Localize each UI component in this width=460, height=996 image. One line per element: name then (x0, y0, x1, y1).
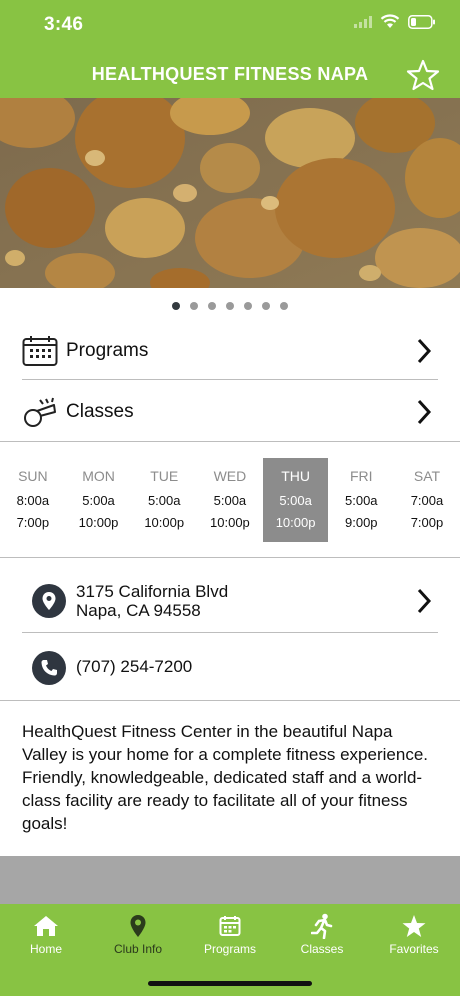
day-mon[interactable]: MON 5:00a 10:00p (66, 458, 132, 542)
gray-footer-band (0, 856, 460, 904)
status-time: 3:46 (44, 14, 84, 35)
star-outline-icon (406, 59, 440, 91)
carousel-dot[interactable] (208, 302, 216, 310)
day-name: FRI (350, 468, 373, 484)
day-name: WED (213, 468, 247, 484)
day-name: SAT (413, 468, 441, 484)
programs-row[interactable]: Programs (22, 330, 438, 372)
open-time: 5:00a (82, 493, 115, 508)
carousel-dot[interactable] (262, 302, 270, 310)
carousel-dot[interactable] (244, 302, 252, 310)
divider (22, 632, 438, 633)
day-wed[interactable]: WED 5:00a 10:00p (197, 458, 263, 542)
day-sun[interactable]: SUN 8:00a 7:00p (0, 458, 66, 542)
club-description: HealthQuest Fitness Center in the beauti… (22, 722, 428, 833)
divider (0, 557, 460, 558)
wifi-icon (380, 14, 400, 28)
calendar-icon (22, 336, 58, 366)
open-time: 5:00a (213, 493, 247, 508)
hero-image[interactable] (0, 98, 460, 288)
chevron-right-icon (417, 399, 432, 425)
signal-icon (354, 15, 372, 28)
close-time: 7:00p (410, 515, 444, 530)
day-name: SUN (18, 468, 48, 484)
divider (0, 700, 460, 701)
classes-row[interactable]: Classes (22, 392, 438, 432)
tab-favorites[interactable]: Favorites (368, 912, 460, 956)
calendar-icon (219, 916, 241, 936)
address-line1: 3175 California Blvd (76, 582, 229, 601)
open-time: 7:00a (410, 493, 444, 508)
carousel-dot[interactable] (280, 302, 288, 310)
tab-label: Club Info (113, 942, 163, 956)
close-time: 7:00p (16, 515, 50, 530)
programs-label: Programs (66, 340, 149, 361)
divider (22, 379, 438, 380)
classes-label: Classes (66, 401, 134, 422)
star-icon (402, 915, 426, 937)
tab-label: Classes (300, 942, 344, 956)
runner-icon (311, 913, 333, 939)
open-time: 8:00a (16, 493, 50, 508)
close-time: 10:00p (210, 515, 250, 530)
close-time: 10:00p (78, 515, 119, 530)
whistle-icon (24, 397, 56, 427)
carousel-dot[interactable] (226, 302, 234, 310)
tab-label: Favorites (389, 942, 439, 956)
favorite-button[interactable] (406, 58, 440, 92)
day-name: THU (281, 468, 310, 484)
close-time: 9:00p (345, 515, 378, 530)
day-name: MON (82, 468, 115, 484)
chevron-right-icon (417, 338, 432, 364)
day-name: TUE (150, 468, 179, 484)
phone-icon (32, 651, 66, 685)
battery-icon (408, 14, 435, 29)
tab-programs[interactable]: Programs (184, 912, 276, 956)
tab-classes[interactable]: Classes (276, 912, 368, 956)
tab-label: Programs (203, 942, 256, 956)
day-fri[interactable]: FRI 5:00a 9:00p (328, 458, 394, 542)
close-time: 10:00p (144, 515, 185, 530)
tab-club-info[interactable]: Club Info (92, 912, 184, 956)
carousel-indicator (0, 302, 460, 314)
chevron-right-icon (417, 588, 432, 614)
status-icons (354, 14, 436, 29)
carousel-dot[interactable] (190, 302, 198, 310)
day-tue[interactable]: TUE 5:00a 10:00p (131, 458, 197, 542)
hours-schedule: SUN 8:00a 7:00p MON 5:00a 10:00p TUE 5:0… (0, 458, 460, 542)
location-pin-icon (32, 584, 66, 618)
open-time: 5:00a (279, 493, 312, 508)
home-indicator[interactable] (148, 981, 312, 986)
address-line2: Napa, CA 94558 (76, 601, 201, 620)
mosaic-image (0, 98, 460, 288)
app-header: 3:46 HEALTHQUEST FITNESS NAPA (0, 0, 460, 98)
tab-label: Home (29, 942, 62, 956)
day-sat[interactable]: SAT 7:00a 7:00p (394, 458, 460, 542)
day-thu-selected[interactable]: THU 5:00a 10:00p (262, 458, 329, 542)
close-time: 10:00p (275, 515, 316, 530)
home-icon (34, 916, 58, 936)
tab-home[interactable]: Home (0, 912, 92, 956)
location-pin-icon (130, 915, 146, 937)
page-title: HEALTHQUEST FITNESS NAPA (91, 64, 369, 84)
address-text: 3175 California Blvd Napa, CA 94558 (76, 582, 228, 620)
open-time: 5:00a (345, 493, 378, 508)
open-time: 5:00a (147, 493, 181, 508)
carousel-dot-active[interactable] (172, 302, 180, 310)
phone-number[interactable]: (707) 254-7200 (76, 657, 192, 677)
divider (0, 441, 460, 442)
